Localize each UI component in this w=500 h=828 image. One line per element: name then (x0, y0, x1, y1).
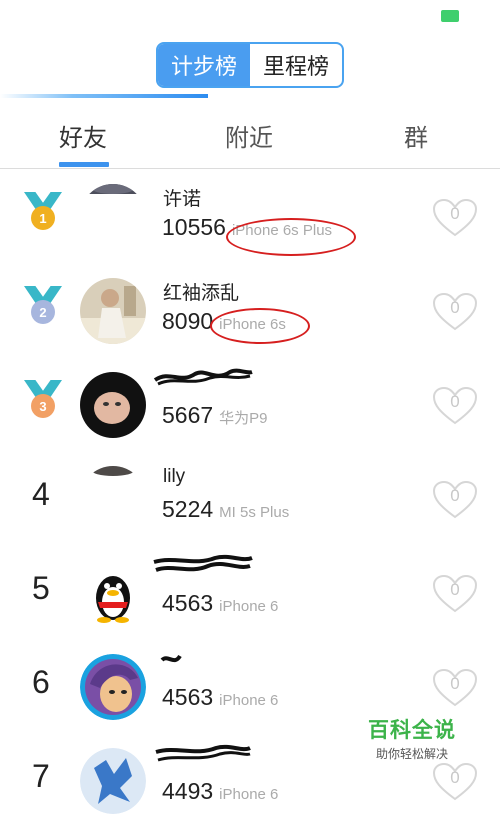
avatar[interactable] (80, 466, 146, 532)
redacted-name-scribble (153, 368, 253, 386)
rank-number: 6 (32, 664, 50, 700)
like-count: 0 (450, 298, 460, 317)
like-button[interactable]: 0 (432, 480, 478, 520)
ranking-row[interactable]: 1 许诺 10556 iPhone 6s Plus 0 (0, 170, 500, 264)
watermark-logo: 百科全说 助你轻松解决 (364, 714, 460, 762)
annotation-circle (226, 218, 356, 256)
like-count: 0 (450, 674, 460, 693)
annotation-circle (210, 308, 310, 344)
gold-medal-icon: 1 (24, 192, 62, 236)
qq-penguin-avatar[interactable] (80, 560, 146, 626)
avatar[interactable] (80, 278, 146, 344)
friend-name: 红袖添乱 (163, 283, 240, 304)
bronze-medal-icon: 3 (24, 380, 62, 424)
like-count: 0 (450, 486, 460, 505)
scope-tabs: 好友 附近 群 (0, 112, 500, 169)
device-label: iPhone 6 (219, 598, 279, 615)
step-count: 4563 iPhone 6 (162, 590, 279, 616)
loading-progress-bar (0, 94, 208, 98)
step-count: 4493 iPhone 6 (162, 778, 279, 804)
step-ranking-tab[interactable]: 计步榜 (158, 44, 250, 86)
ranking-row[interactable]: 2 红袖添乱 8090 iPhone 6s 0 (0, 264, 500, 358)
rank-number: 4 (32, 476, 50, 512)
ranking-type-switch: 计步榜 里程榜 (156, 42, 344, 88)
redacted-name-scribble (155, 744, 251, 762)
like-button[interactable]: 0 (432, 762, 478, 802)
ranking-row[interactable]: 4 lily 5224 MI 5s Plus 0 (0, 452, 500, 546)
avatar[interactable] (80, 654, 146, 720)
redacted-name-scribble (160, 654, 182, 663)
like-button[interactable]: 0 (432, 198, 478, 238)
distance-ranking-tab[interactable]: 里程榜 (250, 44, 342, 86)
watermark-subtitle: 助你轻松解决 (375, 747, 448, 761)
avatar[interactable] (80, 748, 146, 814)
ranking-row[interactable]: 5 4563 iPhone 6 0 (0, 546, 500, 640)
tab-groups[interactable]: 群 (404, 118, 428, 153)
friend-name: 许诺 (163, 189, 202, 210)
avatar[interactable] (80, 372, 146, 438)
step-count: 4563 iPhone 6 (162, 684, 279, 710)
like-button[interactable]: 0 (432, 574, 478, 614)
like-button[interactable]: 0 (432, 386, 478, 426)
friend-name: lily (163, 466, 186, 487)
like-count: 0 (450, 580, 460, 599)
like-count: 0 (450, 768, 460, 787)
silver-medal-icon: 2 (24, 286, 62, 330)
rank-number: 7 (32, 758, 50, 794)
redacted-name-scribble (153, 554, 253, 572)
device-label: iPhone 6 (219, 692, 279, 709)
like-count: 0 (450, 204, 460, 223)
ranking-row[interactable]: 3 5667 华为P9 0 (0, 358, 500, 452)
tab-active-indicator (59, 162, 109, 167)
step-count: 5224 MI 5s Plus (162, 496, 290, 522)
avatar[interactable] (80, 184, 146, 250)
watermark-title: 百科全说 (368, 719, 456, 742)
device-label: MI 5s Plus (219, 504, 290, 521)
tab-nearby[interactable]: 附近 (225, 118, 273, 153)
like-button[interactable]: 0 (432, 668, 478, 708)
like-count: 0 (450, 392, 460, 411)
like-button[interactable]: 0 (432, 292, 478, 332)
step-count: 5667 华为P9 (162, 402, 268, 428)
tab-friends[interactable]: 好友 (59, 118, 107, 153)
device-label: 华为P9 (219, 410, 268, 427)
rank-number: 5 (32, 570, 50, 606)
battery-icon (441, 10, 459, 22)
